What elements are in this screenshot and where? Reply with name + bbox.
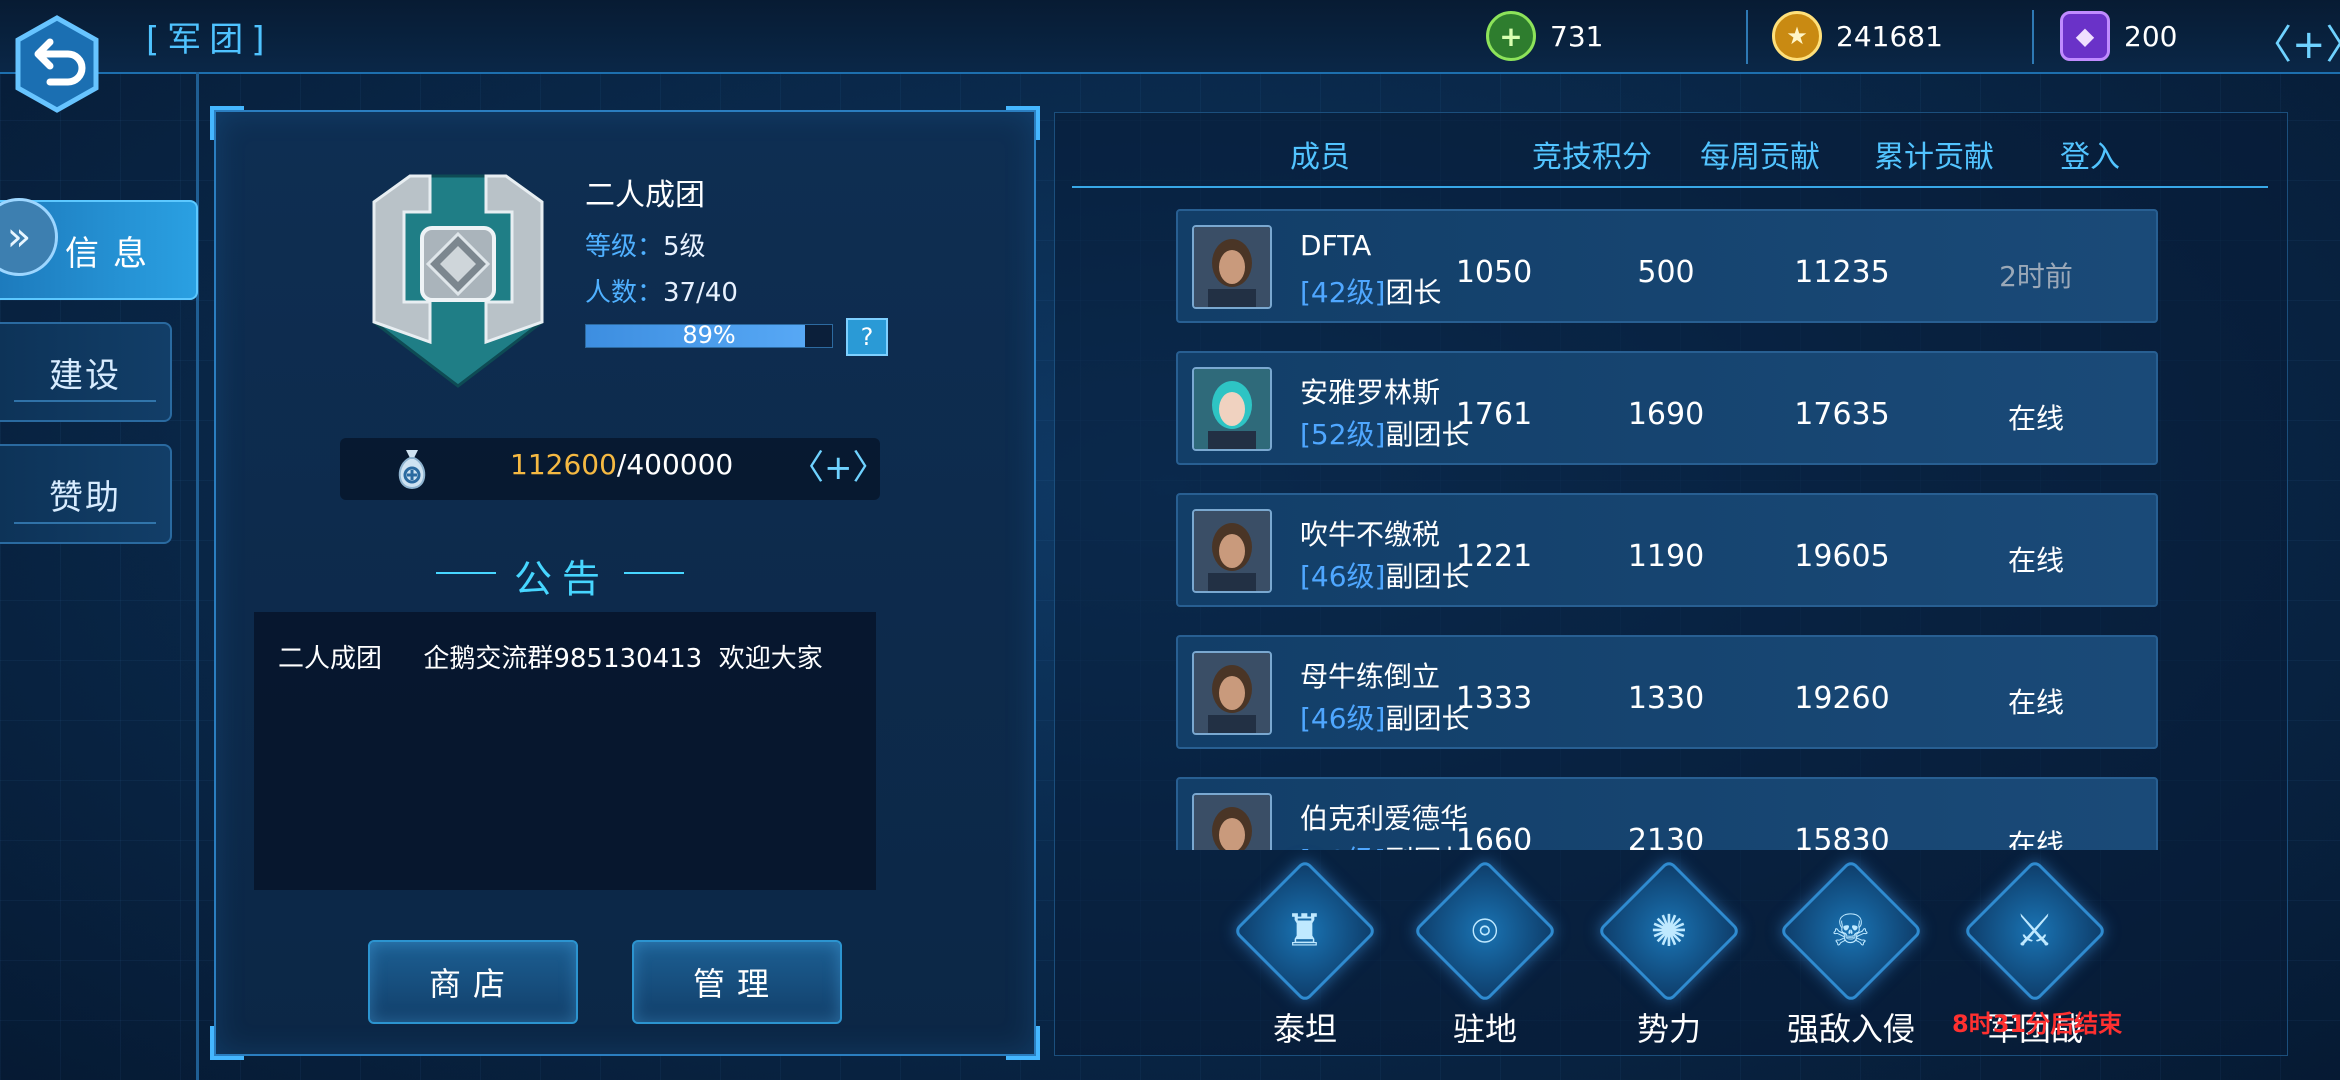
add-fund-button[interactable]: 〈+〉 [790, 440, 887, 489]
top-bar [0, 0, 2340, 74]
arena-score: 1333 [1455, 681, 1533, 716]
titan-mech-icon: ♜ [1285, 905, 1325, 957]
money-bag-icon [398, 450, 426, 490]
avatar [1192, 367, 1272, 451]
divider [436, 572, 496, 574]
guild-exp-progress-bar: 89% [585, 321, 833, 349]
back-button[interactable] [12, 14, 102, 114]
avatar [1192, 651, 1272, 735]
divider [624, 572, 684, 574]
faction-emblem-icon: ✺ [1650, 905, 1688, 957]
column-header-total: 累计贡献 [1874, 140, 1994, 175]
member-row[interactable]: DFTA [42级]团长 1050 500 11235 2时前 [1176, 209, 2158, 323]
login-status: 在线 [2007, 828, 2064, 850]
gold-star-coin-icon: ★ [1772, 11, 1822, 61]
base-location-icon: ⌾ [1471, 905, 1499, 957]
guild-name: 二人成团 [585, 178, 705, 213]
titan-button[interactable]: ♜ 泰坦 [1232, 858, 1378, 1050]
arena-score: 1221 [1455, 539, 1533, 574]
total-contribution: 19605 [1794, 539, 1890, 574]
weekly-contribution: 500 [1637, 255, 1695, 290]
login-status: 在线 [2007, 686, 2064, 719]
arena-score: 1761 [1455, 397, 1533, 432]
column-header-member: 成员 [1290, 140, 1350, 175]
panel-corner [210, 1026, 244, 1060]
base-button[interactable]: ⌾ 驻地 [1412, 858, 1558, 1050]
login-status: 在线 [2007, 402, 2064, 435]
member-row[interactable]: 吹牛不缴税 [46级]副团长 1221 1190 19605 在线 [1176, 493, 2158, 607]
total-contribution: 17635 [1794, 397, 1890, 432]
page-title: [军团] [146, 20, 273, 60]
arena-score: 1050 [1455, 255, 1533, 290]
member-row[interactable]: 安雅罗林斯 [52级]副团长 1761 1690 17635 在线 [1176, 351, 2158, 465]
skull-invasion-icon: ☠ [1831, 905, 1871, 957]
guild-member-count: 人数：37/40 [585, 278, 738, 308]
purple-gem-icon: ◆ [2060, 11, 2110, 61]
avatar [1192, 225, 1272, 309]
member-role: [42级]团长 [1300, 276, 1442, 309]
add-resource-button[interactable]: 〈+〉 [2252, 12, 2340, 70]
manage-button[interactable]: 管理 [632, 940, 842, 1024]
guild-level: 等级：5级 [585, 232, 706, 262]
crossed-swords-icon: ⚔ [2015, 905, 2055, 957]
enemy-invasion-button[interactable]: ☠ 强敌入侵 [1778, 858, 1924, 1050]
column-header-login: 登入 [2060, 140, 2120, 175]
guild-fund-amount: 112600/400000 [510, 448, 734, 481]
resource-gem: ◆ 200 [2060, 11, 2177, 61]
member-name: 安雅罗林斯 [1300, 376, 1441, 409]
tab-sponsor[interactable]: 赞助 [0, 444, 172, 544]
weekly-contribution: 2130 [1627, 823, 1705, 850]
total-contribution: 19260 [1794, 681, 1890, 716]
login-status: 2时前 [1999, 260, 2073, 293]
member-name: 吹牛不缴税 [1300, 518, 1441, 551]
shop-button[interactable]: 商店 [368, 940, 578, 1024]
column-header-arena: 竞技积分 [1532, 140, 1652, 175]
avatar [1192, 509, 1272, 593]
weekly-contribution: 1690 [1627, 397, 1705, 432]
member-list[interactable]: DFTA [42级]团长 1050 500 11235 2时前 安雅罗林斯 [52级]副团长 1… [1170, 205, 2160, 850]
member-name: DFTA [1300, 229, 1372, 262]
guild-emblem-icon [372, 174, 544, 388]
total-contribution: 11235 [1794, 255, 1890, 290]
guild-war-timer: 8时31分后结束 [1952, 1010, 2123, 1038]
header-divider [1072, 186, 2268, 188]
weekly-contribution: 1330 [1627, 681, 1705, 716]
faction-button[interactable]: ✺ 势力 [1596, 858, 1742, 1050]
total-contribution: 15830 [1794, 823, 1890, 850]
login-status: 在线 [2007, 544, 2064, 577]
notice-text: 二人成团 企鹅交流群985130413 欢迎大家 [278, 644, 823, 674]
divider [1746, 10, 1748, 64]
green-plus-coin-icon: + [1486, 11, 1536, 61]
avatar [1192, 793, 1272, 850]
divider [2032, 10, 2034, 64]
weekly-contribution: 1190 [1627, 539, 1705, 574]
member-row[interactable]: 伯克利爱德华[49级]副团长1660213015830在线 [1176, 777, 2158, 850]
tab-build[interactable]: 建设 [0, 322, 172, 422]
panel-corner [210, 106, 244, 140]
column-header-weekly: 每周贡献 [1700, 140, 1820, 175]
panel-corner [1006, 1026, 1040, 1060]
arena-score: 1660 [1455, 823, 1533, 850]
notice-title: 公告 [514, 557, 611, 601]
member-name: 母牛练倒立 [1300, 660, 1441, 693]
panel-corner [1006, 106, 1040, 140]
member-row[interactable]: 母牛练倒立 [46级]副团长 1333 1330 19260 在线 [1176, 635, 2158, 749]
resource-gold: ★ 241681 [1772, 11, 1943, 61]
resource-green: + 731 [1486, 11, 1603, 61]
help-button[interactable]: ? [846, 318, 888, 356]
